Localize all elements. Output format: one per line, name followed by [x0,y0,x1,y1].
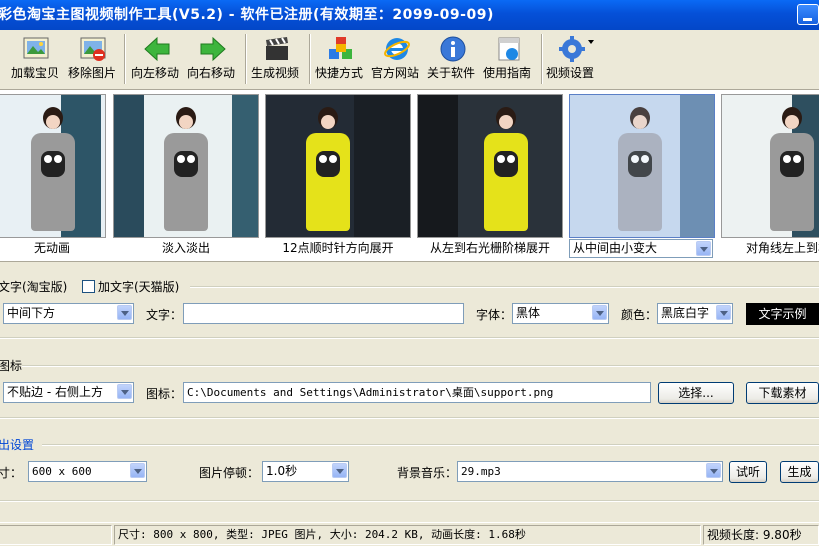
thumbnail-caption: 从左到右光栅阶梯展开 [429,241,550,255]
window-title: 彩色淘宝主图视频制作工具(V5.2) - 软件已注册(有效期至：2099-09-… [0,7,494,23]
blocks-icon [329,37,352,59]
move-right-button[interactable]: 向右移动 [187,33,239,87]
title-bar: 彩色淘宝主图视频制作工具(V5.2) - 软件已注册(有效期至：2099-09-… [0,0,819,30]
thumbnail-caption: 对角线左上到右下 [745,241,819,255]
folder-icon [0,35,4,63]
remove-image-icon [80,37,106,61]
arrow-left-icon [144,36,170,62]
chevron-down-icon[interactable] [716,305,731,320]
shortcut-button[interactable]: 快捷方式 [315,33,367,87]
font-label: 字体： [476,308,513,322]
toolbar-partial-button[interactable]: 片 [0,33,10,87]
pause-select[interactable]: 1.0秒 [262,461,349,482]
output-section-title: 出设置 [0,438,35,452]
thumbnail-strip: 无动画 淡入淡出 12点顺时针方向展开 从左到右光栅阶梯展开 从中间由小变大 对… [0,90,819,262]
size-select[interactable]: 600 x 600 [28,461,147,482]
text-position-select[interactable]: 中间下方 [3,303,134,324]
status-cell-left [0,525,112,545]
text-section-title: 文字(淘宝版) [0,280,68,294]
icon-section-title: 图标 [0,359,23,373]
chevron-down-icon[interactable] [117,384,132,399]
clapperboard-icon [266,37,288,60]
thumbnail-caption: 无动画 [33,241,70,255]
icon-path-input[interactable]: C:\Documents and Settings\Administrator\… [183,382,651,403]
size-label: 寸： [0,466,23,480]
animation-select[interactable]: 从中间由小变大 [569,239,713,258]
thumbnail-item-selected[interactable] [569,94,715,238]
status-bar: 尺寸: 800 x 800, 类型: JPEG 图片, 大小: 204.2 KB… [0,522,819,546]
ie-icon [384,38,410,60]
official-site-button[interactable]: 官方网站 [371,33,423,87]
pause-label: 图片停顿： [199,466,260,480]
chevron-down-icon[interactable] [332,463,347,478]
load-image-icon [23,37,49,59]
choose-button[interactable]: 选择... [658,382,734,404]
tmall-checkbox[interactable] [82,280,95,293]
chevron-down-icon[interactable] [696,241,711,256]
music-label: 背景音乐： [397,466,458,480]
arrow-right-icon [200,36,226,62]
thumbnail-item[interactable] [265,94,411,238]
toolbar: 片 加载宝贝 移除图片 向左移动 向右移动 生成视频 快捷方式 官方网站 关于软… [0,30,819,90]
thumbnail-caption: 12点顺时针方向展开 [282,241,394,255]
generate-video-button[interactable]: 生成视频 [251,33,303,87]
remove-image-button[interactable]: 移除图片 [68,33,118,87]
user-guide-button[interactable]: 使用指南 [483,33,535,87]
load-item-button[interactable]: 加载宝贝 [11,33,61,87]
info-icon [440,36,466,62]
text-input[interactable] [183,303,464,324]
thumbnail-item[interactable] [0,94,106,238]
chevron-down-icon[interactable] [706,463,721,478]
text-label: 文字： [146,308,183,322]
icon-label: 图标： [146,387,183,401]
listen-button[interactable]: 试听 [729,461,767,483]
thumbnail-item[interactable] [113,94,259,238]
tmall-checkbox-label: 加文字(天猫版) [98,280,180,294]
chevron-down-icon[interactable] [588,40,594,44]
text-sample: 文字示例 [746,303,819,325]
chevron-down-icon[interactable] [117,305,132,320]
music-select[interactable]: 29.mp3 [457,461,723,482]
chevron-down-icon[interactable] [130,463,145,478]
thumbnail-caption: 淡入淡出 [161,241,210,255]
font-select[interactable]: 黑体 [512,303,609,324]
download-material-button[interactable]: 下载素材 [746,382,819,404]
icon-position-select[interactable]: 不贴边 - 右侧上方 [3,382,134,403]
help-icon [498,37,520,61]
move-left-button[interactable]: 向左移动 [131,33,183,87]
thumbnail-item[interactable] [417,94,563,238]
about-button[interactable]: 关于软件 [427,33,479,87]
chevron-down-icon[interactable] [592,305,607,320]
minimize-button[interactable] [797,4,819,25]
color-select[interactable]: 黑底白字 [657,303,733,324]
gear-icon [559,36,585,62]
color-label: 颜色： [621,308,658,322]
generate-button[interactable]: 生成 [780,461,819,483]
thumbnail-item[interactable] [721,94,819,238]
status-image-info: 尺寸: 800 x 800, 类型: JPEG 图片, 大小: 204.2 KB… [114,525,701,545]
status-video-length: 视频长度: 9.80秒 [703,525,819,545]
